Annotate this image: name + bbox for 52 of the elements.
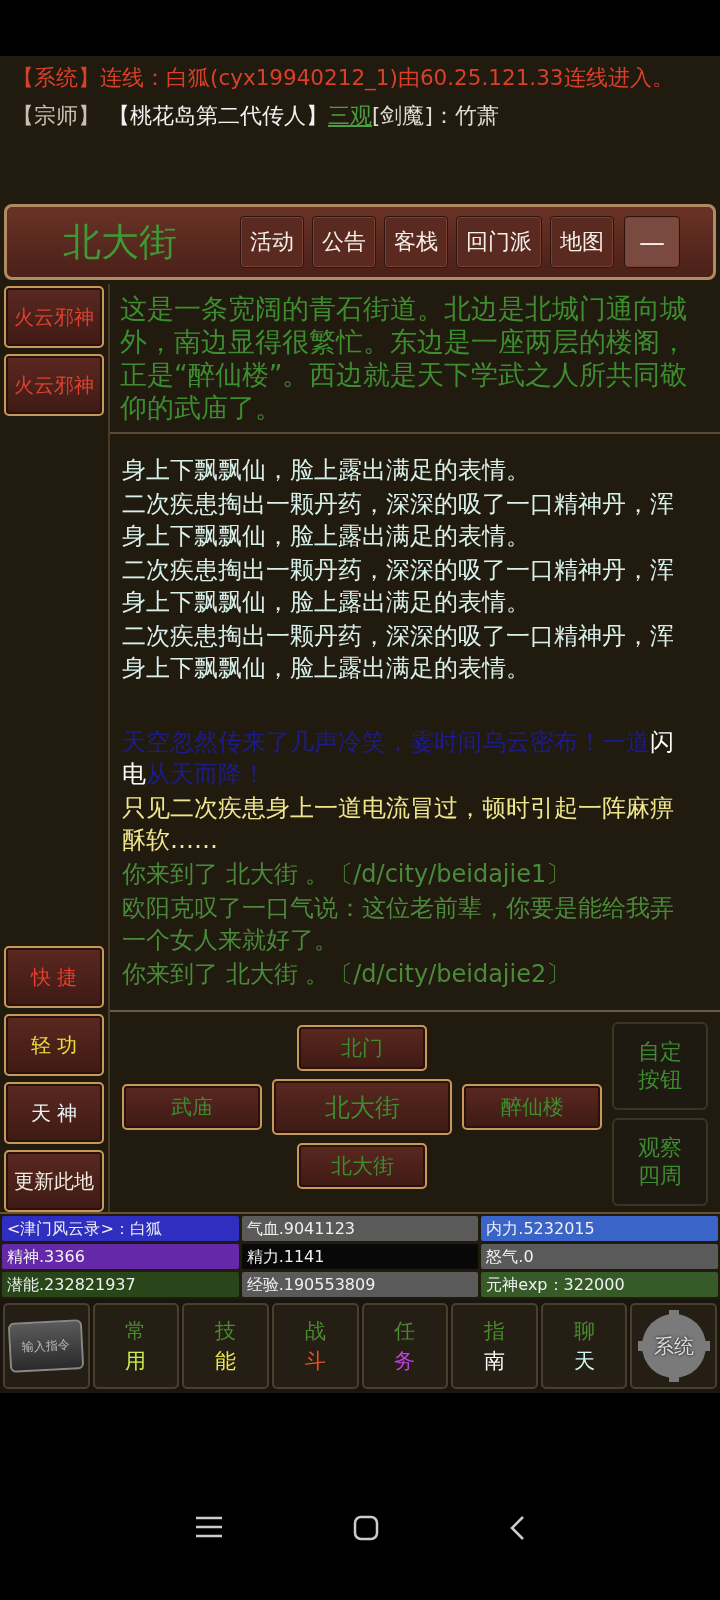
exit-button[interactable]: 醉仙楼 <box>462 1084 602 1130</box>
exit-button[interactable]: 武庙 <box>122 1084 262 1130</box>
collapse-button[interactable]: — <box>624 216 680 268</box>
quick-button[interactable]: 轻 功 <box>4 1014 104 1076</box>
npc-button[interactable]: 火云邪神 <box>4 354 104 416</box>
log-message: 天空忽然传来了几声冷笑，霎时间乌云密布！一道闪电从天而降！ <box>122 727 675 790</box>
nav-tab[interactable]: 指 南 <box>451 1303 538 1389</box>
command-input-button[interactable]: 输入指令 <box>3 1303 90 1389</box>
exit-button[interactable]: 北大街 <box>297 1143 427 1189</box>
nav-tab[interactable]: 任 务 <box>361 1303 449 1389</box>
room-title: 北大街 <box>61 218 178 266</box>
stat-bar: 内力.5232015 <box>481 1216 718 1241</box>
back-icon[interactable] <box>509 1515 525 1541</box>
log-message: 二次疾患掏出一颗丹药，深深的吸了一口精神丹，浑身上下飘飘仙，脸上露出满足的表情。 <box>122 489 675 552</box>
log-message: 二次疾患掏出一颗丹药，深深的吸了一口精神丹，浑身上下飘飘仙，脸上露出满足的表情。 <box>122 621 675 684</box>
menu-button[interactable]: 公告 <box>312 216 376 268</box>
log-message: 只见二次疾患身上一道电流冒过，顿时引起一阵麻痹酥软…… <box>122 793 675 856</box>
menu-icon[interactable] <box>195 1515 223 1539</box>
chat-message: 【系统】连线：白狐(cyx19940212_1)由60.25.121.33连线进入。 <box>12 64 675 93</box>
stat-bar: 怒气.0 <box>481 1244 718 1269</box>
npc-button[interactable]: 火云邪神 <box>4 286 104 348</box>
quick-button[interactable]: 天 神 <box>4 1082 104 1144</box>
nav-tab[interactable]: 技 能 <box>182 1303 269 1389</box>
nav-tab[interactable]: 战 斗 <box>271 1303 359 1389</box>
log-message: 你来到了 北大街 。〔/d/city/beidajie2〕 <box>122 959 572 990</box>
log-message: 你来到了 北大街 。〔/d/city/beidajie1〕 <box>122 859 572 890</box>
tool-button[interactable]: 自定按钮 <box>612 1022 709 1110</box>
chat-message: 【宗师】 【桃花岛第二代传人】三观[剑魔]：竹萧 <box>12 102 500 130</box>
room-description: 这是一条宽阔的青石街道。北边是北城门通向城外，南边显得很繁忙。东边是一座两层的楼阁，正是“醉仙楼”。西边就是天下学武之人所共同敬仰的武庙了。 <box>110 284 720 434</box>
nav-tab[interactable]: 聊 天 <box>540 1303 628 1389</box>
exit-button[interactable]: 北门 <box>297 1025 427 1071</box>
quick-button[interactable]: 快 捷 <box>4 946 104 1008</box>
log-message: 欧阳克叹了一口气说：这位老前辈，你要是能给我弄一个女人来就好了。 <box>122 893 675 956</box>
stat-bar: 潜能.232821937 <box>2 1272 239 1297</box>
menu-button[interactable]: 活动 <box>240 216 304 268</box>
nav-tab[interactable]: 常 用 <box>92 1303 180 1389</box>
menu-button[interactable]: 客栈 <box>384 216 448 268</box>
tool-button[interactable]: 观察四周 <box>612 1118 709 1206</box>
menu-button[interactable]: 地图 <box>550 216 614 268</box>
log-message: 二次疾患掏出一颗丹药，深深的吸了一口精神丹，浑身上下飘飘仙，脸上露出满足的表情。 <box>122 555 675 618</box>
stat-bar: 气血.9041123 <box>241 1216 479 1241</box>
home-icon[interactable] <box>353 1515 379 1541</box>
stat-bar: <津门风云录>：白狐 <box>2 1216 239 1241</box>
stat-bar: 精力.1141 <box>241 1244 479 1269</box>
menu-button[interactable]: 回门派 <box>456 216 542 268</box>
log-message: 身上下飘飘仙，脸上露出满足的表情。 <box>122 455 531 486</box>
quick-button[interactable]: 更新此地 <box>4 1150 104 1212</box>
exit-button[interactable]: 北大街 <box>272 1079 452 1135</box>
stat-bar: 经验.190553809 <box>241 1272 479 1297</box>
system-button[interactable]: 系统 <box>630 1303 717 1389</box>
stat-bar: 元神exp：322000 <box>481 1272 718 1297</box>
stat-bar: 精神.3366 <box>2 1244 239 1269</box>
